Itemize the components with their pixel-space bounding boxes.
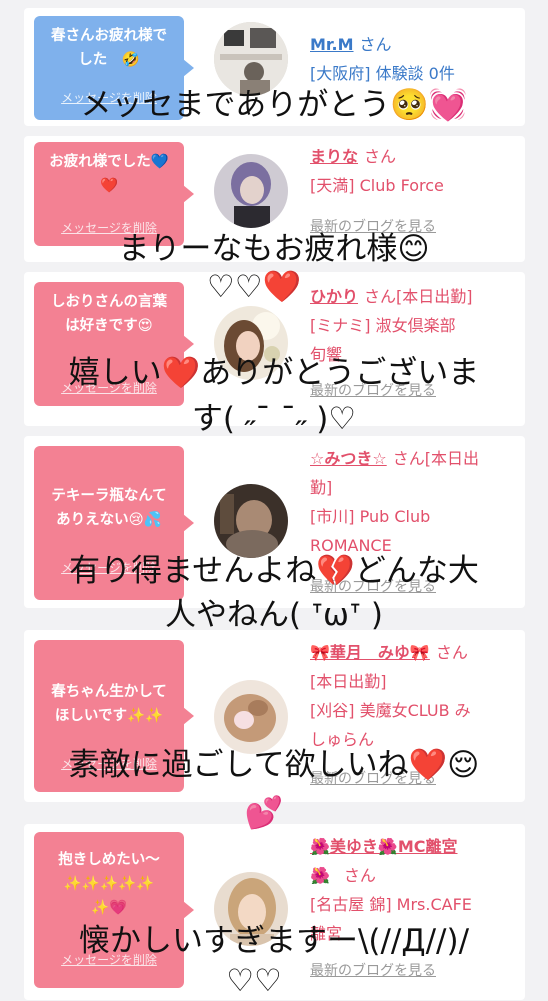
overlay-caption: 懐かしいすぎますー\(//Д//)/ — [78, 923, 470, 959]
profile-name-continued: 🌺 — [310, 866, 330, 885]
honorific-continued: 勤] — [310, 478, 333, 497]
overlay-caption: まりーなもお疲れ様😊 — [118, 231, 430, 267]
message-text: お疲れ様でした💙 — [49, 154, 169, 170]
message-text: テキーラ瓶なんて — [51, 488, 167, 504]
profile-name-link[interactable]: 🎀華月 みゆ🎀 — [310, 643, 430, 662]
profile-detail: [天満] Club Force — [310, 176, 444, 195]
profile-info: 🎀華月 みゆ🎀 さん [本日出勤] [刈谷] 美魔女CLUB み しゅらん — [310, 638, 520, 754]
message-text: した 🤣 — [78, 52, 140, 68]
message-text: 春ちゃん生かして — [51, 684, 167, 700]
honorific: さん — [435, 643, 468, 662]
message-text: ✨💗 — [90, 900, 128, 916]
honorific: さん — [359, 35, 392, 54]
avatar[interactable] — [214, 484, 288, 558]
overlay-caption: 人やねん( ᐪωᐪ ) — [165, 597, 383, 633]
profile-info: ☆みつき☆ さん[本日出 勤] [市川] Pub Club ROMANCE — [310, 444, 520, 560]
message-text: ❤️ — [99, 178, 119, 194]
message-text: 抱きしめたい〜 — [58, 852, 160, 868]
message-text: は好きです😍 — [65, 318, 153, 334]
overlay-caption: す( ˶¯ ¯˶ )♡ — [191, 401, 357, 437]
profile-info: Mr.M さん [大阪府] 体験談 0件 — [310, 30, 520, 88]
profile-info: まりな さん [天満] Club Force — [310, 142, 520, 200]
profile-detail: [本日出勤] — [310, 672, 387, 691]
overlay-caption: 素敵に過ごして欲しいね❤️😌 — [68, 747, 480, 783]
profile-detail: [ミナミ] 淑女倶楽部 — [310, 316, 456, 335]
avatar[interactable] — [214, 22, 288, 96]
honorific: さん — [364, 147, 397, 166]
honorific: さん — [343, 866, 376, 885]
profile-detail: [名古屋 錦] Mrs.CAFE — [310, 895, 472, 914]
overlay-caption: メッセまでありがとう🥺💓 — [80, 87, 468, 123]
overlay-caption: ♡♡ — [226, 963, 282, 999]
profile-detail: [大阪府] 体験談 0件 — [310, 64, 455, 83]
overlay-caption: ♡♡❤️ — [206, 269, 302, 305]
avatar[interactable] — [214, 680, 288, 754]
overlay-caption: 嬉しい❤️ありがとうございま — [68, 355, 480, 391]
profile-detail: [刈谷] 美魔女CLUB み — [310, 701, 471, 720]
message-text: ✨✨✨✨✨ — [63, 876, 155, 892]
avatar[interactable] — [214, 154, 288, 228]
honorific: さん[本日出 — [392, 449, 479, 468]
message-text: 春さんお疲れ様で — [51, 28, 167, 44]
overlay-caption: 💕 — [244, 795, 284, 831]
profile-name-link[interactable]: まりな — [310, 147, 358, 166]
overlay-caption: 有り得ませんよね💔どんな大 — [69, 553, 479, 589]
profile-detail: [市川] Pub Club — [310, 507, 431, 526]
profile-name-link[interactable]: 🌺美ゆき🌺MC離宮 — [310, 837, 458, 856]
profile-name-link[interactable]: Mr.M — [310, 35, 354, 54]
message-text: ありえない😢💦 — [56, 512, 162, 528]
message-text: ほしいです✨✨ — [54, 708, 164, 724]
profile-name-link[interactable]: ☆みつき☆ — [310, 449, 387, 468]
